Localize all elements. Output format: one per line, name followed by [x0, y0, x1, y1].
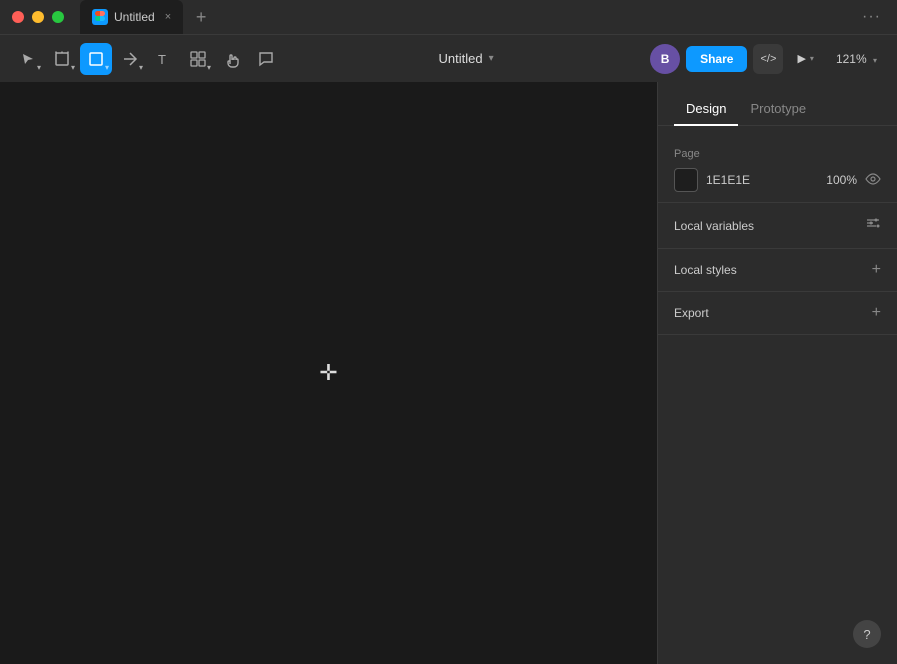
avatar-label: B: [661, 52, 670, 66]
shape-tool-button[interactable]: ▾: [80, 43, 112, 75]
local-variables-icon[interactable]: [865, 215, 881, 236]
comment-tool-button[interactable]: [250, 43, 282, 75]
pen-tool-button[interactable]: ▾: [114, 43, 146, 75]
move-tool-button[interactable]: ▾: [12, 43, 44, 75]
pen-caret: ▾: [139, 63, 143, 72]
file-title-dropdown[interactable]: Untitled ▾: [430, 47, 501, 70]
titlebar: Untitled × + ···: [0, 0, 897, 34]
panel-tab-bar: Design Prototype: [658, 82, 897, 126]
page-label: Page: [674, 148, 881, 160]
code-label: </>: [761, 53, 777, 65]
local-styles-add-button[interactable]: +: [872, 261, 881, 279]
page-color-swatch[interactable]: [674, 168, 698, 192]
present-button[interactable]: ▶ ▾: [789, 48, 821, 69]
zoom-caret-icon: ▾: [873, 56, 877, 65]
export-label: Export: [674, 306, 709, 320]
tab-design[interactable]: Design: [674, 93, 738, 126]
local-variables-section: Local variables: [658, 203, 897, 249]
local-styles-label: Local styles: [674, 263, 737, 277]
toolbar-right: B Share </> ▶ ▾ 121% ▾: [650, 44, 885, 74]
frame-tool-button[interactable]: ▾: [46, 43, 78, 75]
help-label: ?: [863, 627, 870, 642]
components-caret: ▾: [207, 63, 211, 72]
file-title-text: Untitled: [438, 51, 482, 66]
local-variables-label: Local variables: [674, 219, 754, 233]
tools-group: ▾ ▾ ▾ ▾: [12, 43, 282, 75]
title-caret-icon: ▾: [489, 53, 494, 64]
page-color-row: 1E1E1E 100%: [674, 168, 881, 192]
active-tab[interactable]: Untitled ×: [80, 0, 183, 34]
new-tab-button[interactable]: +: [187, 3, 215, 31]
tab-bar: Untitled × +: [80, 0, 862, 34]
hand-tool-button[interactable]: [216, 43, 248, 75]
right-panel: Design Prototype Page 1E1E1E 100%: [657, 82, 897, 664]
page-color-hex[interactable]: 1E1E1E: [706, 173, 809, 187]
canvas[interactable]: ✛: [0, 82, 657, 664]
cursor-crosshair: ✛: [319, 360, 337, 386]
code-view-button[interactable]: </>: [753, 44, 783, 74]
traffic-lights: [0, 11, 64, 23]
shape-caret: ▾: [105, 63, 109, 72]
share-button[interactable]: Share: [686, 46, 747, 72]
user-avatar-button[interactable]: B: [650, 44, 680, 74]
svg-text:T: T: [158, 52, 166, 67]
main-area: ✛ Design Prototype Page 1E1E1E 100%: [0, 82, 897, 664]
close-button[interactable]: [12, 11, 24, 23]
more-options-button[interactable]: ···: [862, 8, 881, 26]
page-color-opacity[interactable]: 100%: [817, 173, 857, 187]
tab-title: Untitled: [114, 10, 155, 24]
components-tool-button[interactable]: ▾: [182, 43, 214, 75]
zoom-label: 121%: [836, 52, 867, 66]
move-caret: ▾: [37, 63, 41, 72]
minimize-button[interactable]: [32, 11, 44, 23]
share-label: Share: [700, 52, 733, 66]
maximize-button[interactable]: [52, 11, 64, 23]
toolbar-title-area: Untitled ▾: [286, 47, 646, 70]
zoom-dropdown[interactable]: 121% ▾: [828, 48, 885, 70]
page-section: Page 1E1E1E 100%: [658, 138, 897, 203]
visibility-toggle[interactable]: [865, 171, 881, 190]
tab-close-button[interactable]: ×: [165, 11, 171, 23]
play-caret: ▾: [810, 54, 814, 63]
local-styles-section: Local styles +: [658, 249, 897, 292]
play-icon: ▶: [797, 52, 805, 65]
export-section: Export +: [658, 292, 897, 335]
text-tool-button[interactable]: T: [148, 43, 180, 75]
tab-prototype[interactable]: Prototype: [738, 93, 818, 126]
help-button[interactable]: ?: [853, 620, 881, 648]
tab-figma-icon: [92, 9, 108, 25]
toolbar: ▾ ▾ ▾ ▾: [0, 34, 897, 82]
panel-content: Page 1E1E1E 100% Local variables: [658, 126, 897, 407]
export-add-button[interactable]: +: [872, 304, 881, 322]
frame-caret: ▾: [71, 63, 75, 72]
